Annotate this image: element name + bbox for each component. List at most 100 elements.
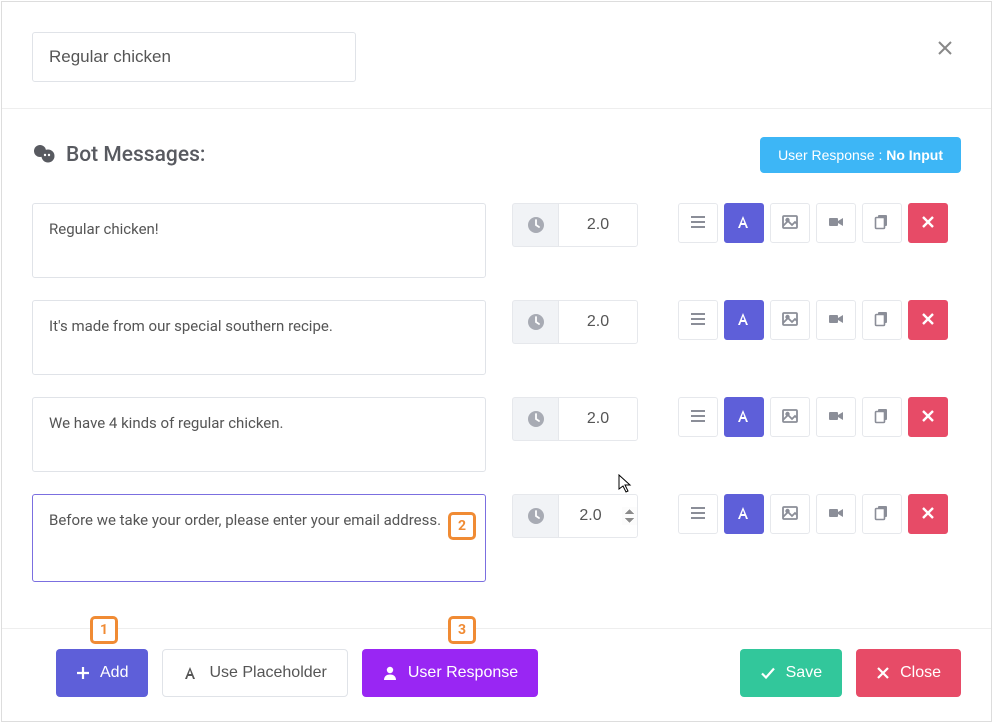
plus-icon [76, 666, 90, 680]
add-button[interactable]: Add [56, 649, 148, 697]
drag-handle-button[interactable] [678, 494, 718, 534]
video-icon [827, 213, 845, 234]
user-response-button-label: User Response [408, 664, 518, 682]
section-title: Bot Messages: [32, 143, 205, 167]
text-type-button[interactable] [724, 203, 764, 243]
copy-button[interactable] [862, 397, 902, 437]
message-row [32, 300, 961, 375]
text-type-icon [736, 311, 752, 330]
step-marker-1: 1 [90, 616, 118, 644]
delay-input[interactable] [558, 397, 638, 441]
message-row [32, 203, 961, 278]
delay-group [512, 203, 638, 247]
message-toolbar [678, 494, 948, 534]
save-button[interactable]: Save [740, 649, 842, 697]
image-button[interactable] [770, 300, 810, 340]
delete-button[interactable] [908, 494, 948, 534]
delay-group [512, 494, 638, 538]
delay-group [512, 300, 638, 344]
modal-header [2, 2, 991, 109]
dialog-modal: Bot Messages: User Response : No Input A… [1, 1, 992, 722]
text-type-button[interactable] [724, 397, 764, 437]
copy-button[interactable] [862, 203, 902, 243]
close-button[interactable]: Close [856, 649, 961, 697]
image-icon [781, 407, 799, 428]
delete-icon [921, 409, 935, 426]
clock-icon [512, 397, 558, 441]
message-toolbar [678, 397, 948, 437]
video-button[interactable] [816, 203, 856, 243]
video-icon [827, 504, 845, 525]
check-icon [760, 665, 776, 681]
close-icon-button[interactable] [933, 36, 957, 60]
text-type-button[interactable] [724, 300, 764, 340]
image-button[interactable] [770, 494, 810, 534]
image-icon [781, 504, 799, 525]
message-toolbar [678, 300, 948, 340]
use-placeholder-label: Use Placeholder [209, 664, 326, 682]
close-button-label: Close [900, 664, 941, 682]
close-icon [876, 666, 890, 680]
drag-handle-button[interactable] [678, 300, 718, 340]
message-text-input[interactable] [32, 203, 486, 278]
copy-button[interactable] [862, 494, 902, 534]
delay-input[interactable] [558, 300, 638, 344]
video-button[interactable] [816, 300, 856, 340]
image-icon [781, 213, 799, 234]
delay-group [512, 397, 638, 441]
user-response-value: No Input [886, 147, 943, 163]
user-response-badge[interactable]: User Response : No Input [760, 137, 961, 173]
delete-icon [921, 312, 935, 329]
copy-icon [873, 213, 891, 234]
message-text-input[interactable] [32, 494, 486, 582]
user-response-button[interactable]: User Response [362, 649, 538, 697]
copy-icon [873, 310, 891, 331]
body-header: Bot Messages: User Response : No Input [32, 137, 961, 173]
chat-icon [32, 143, 56, 167]
video-button[interactable] [816, 494, 856, 534]
video-button[interactable] [816, 397, 856, 437]
delete-button[interactable] [908, 203, 948, 243]
add-button-label: Add [100, 664, 128, 682]
step-marker-3: 3 [448, 616, 476, 644]
delete-button[interactable] [908, 300, 948, 340]
drag-handle-icon [689, 310, 707, 331]
drag-handle-button[interactable] [678, 397, 718, 437]
clock-icon [512, 494, 558, 538]
copy-button[interactable] [862, 300, 902, 340]
message-row [32, 397, 961, 472]
text-type-icon [736, 408, 752, 427]
delete-button[interactable] [908, 397, 948, 437]
image-button[interactable] [770, 397, 810, 437]
clock-icon [512, 203, 558, 247]
user-icon [382, 665, 398, 681]
step-marker-2: 2 [448, 512, 476, 540]
title-input[interactable] [32, 32, 356, 82]
image-button[interactable] [770, 203, 810, 243]
copy-icon [873, 407, 891, 428]
cursor-icon [618, 474, 634, 494]
drag-handle-icon [689, 504, 707, 525]
delay-input[interactable] [558, 494, 638, 538]
drag-handle-button[interactable] [678, 203, 718, 243]
message-row [32, 494, 961, 582]
save-button-label: Save [786, 664, 822, 682]
use-placeholder-button[interactable]: Use Placeholder [162, 649, 347, 697]
messages-list [32, 203, 961, 582]
video-icon [827, 407, 845, 428]
close-icon [937, 40, 953, 56]
delete-icon [921, 506, 935, 523]
modal-footer: Add Use Placeholder User Response Save C… [2, 628, 991, 721]
text-type-icon [736, 505, 752, 524]
video-icon [827, 310, 845, 331]
copy-icon [873, 504, 891, 525]
message-text-input[interactable] [32, 300, 486, 375]
font-icon [183, 665, 199, 681]
modal-body: Bot Messages: User Response : No Input [2, 109, 991, 628]
message-text-input[interactable] [32, 397, 486, 472]
delete-icon [921, 215, 935, 232]
text-type-button[interactable] [724, 494, 764, 534]
user-response-label: User Response : [778, 147, 882, 163]
delay-input[interactable] [558, 203, 638, 247]
image-icon [781, 310, 799, 331]
